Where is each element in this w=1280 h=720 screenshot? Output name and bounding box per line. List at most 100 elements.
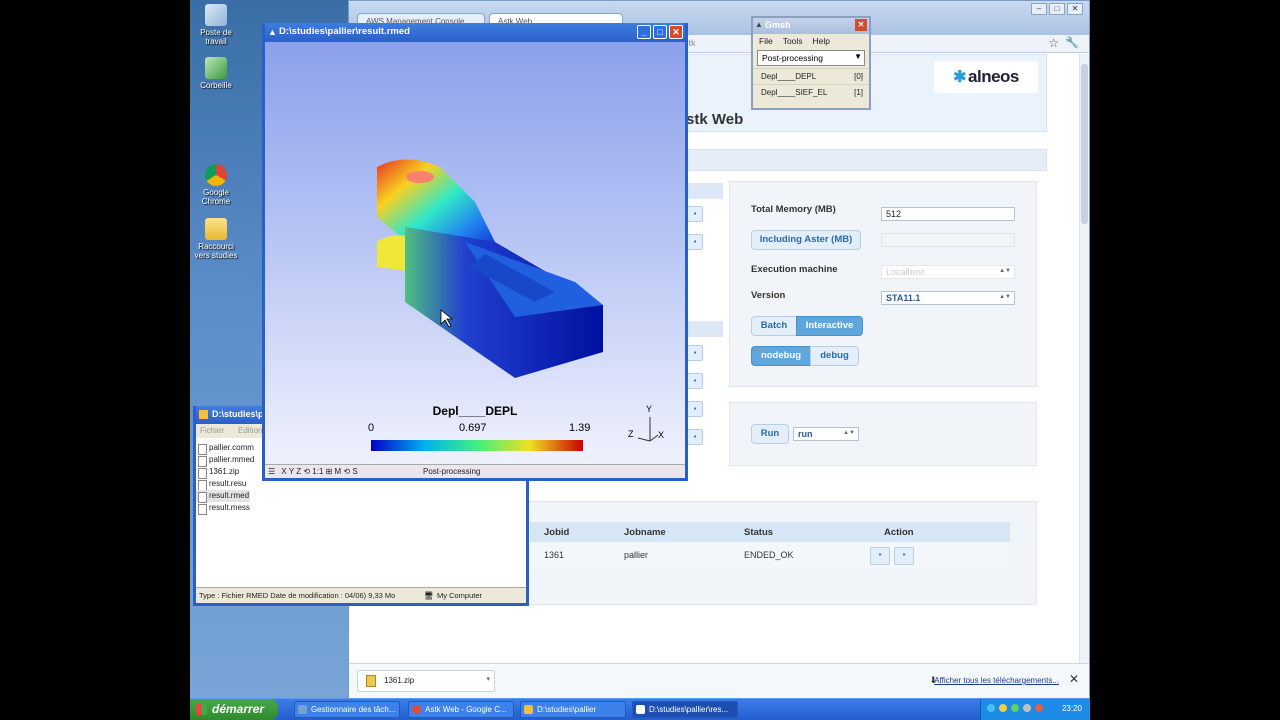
update-icon[interactable] (1035, 704, 1043, 712)
row-delete-button[interactable]: ▪ (687, 401, 703, 417)
computer-icon (205, 4, 227, 26)
left-panel-header (687, 183, 723, 199)
zip-file-icon (366, 675, 376, 687)
row-delete-button[interactable]: ▪ (687, 234, 703, 250)
nodebug-button[interactable]: nodebug (751, 346, 811, 366)
menu-help[interactable]: Help (813, 36, 830, 46)
menu-icon[interactable]: ☰ (268, 467, 275, 476)
page-scrollbar[interactable] (1079, 54, 1089, 663)
maximize-button[interactable]: □ (1049, 3, 1065, 15)
delete-job-button[interactable]: ▪ (870, 547, 890, 565)
task-manager-icon (298, 705, 307, 714)
version-select[interactable]: STA11.1 ▲▼ (881, 291, 1015, 305)
gmsh-menu-window: ▲ Gmsh ✕ File Tools Help Post-processing… (751, 16, 871, 110)
recycle-bin-icon (205, 57, 227, 79)
clock: 23:20 (1061, 704, 1082, 713)
view-toolbar[interactable]: X Y Z ⟲ 1:1 ⊞ M ⟲ S (281, 467, 357, 476)
start-button[interactable]: démarrer (190, 699, 278, 720)
antivirus-icon[interactable] (1011, 704, 1019, 712)
download-bar: 1361.zip ▾ ⬇ Afficher tous les télécharg… (349, 663, 1089, 699)
desktop-icon-studies-shortcut[interactable]: Raccourci vers studies (190, 218, 242, 260)
menu-edition[interactable]: Edition (238, 426, 262, 436)
menu-tools[interactable]: Tools (783, 36, 803, 46)
security-icon[interactable] (999, 704, 1007, 712)
table-row[interactable]: 1361 pallier ENDED_OK ▪ ▪ (530, 542, 1010, 568)
desktop-icon-recycle-bin[interactable]: Corbeille (190, 57, 242, 90)
axis-z-label: Z (628, 429, 634, 439)
desktop-icon-chrome[interactable]: Google Chrome (190, 164, 242, 206)
chrome-icon (205, 164, 227, 186)
total-memory-input[interactable]: 512 (881, 207, 1015, 221)
row-delete-button[interactable]: ▪ (687, 345, 703, 361)
task-chrome[interactable]: Astk Web - Google C... (408, 701, 514, 718)
part-hole (406, 171, 434, 183)
3d-viewport[interactable]: Depl____DEPL 0 0.697 1.39 Y Z X (265, 42, 685, 466)
show-all-downloads-link[interactable]: Afficher tous les téléchargements... (934, 676, 1059, 685)
desktop-icon-my-computer[interactable]: Poste de travail (190, 4, 242, 46)
gmsh-icon (636, 705, 645, 714)
scale-title: Depl____DEPL (432, 404, 518, 418)
gmsh-icon: ▲ (755, 20, 763, 29)
page-title: stk Web (686, 111, 744, 128)
gmsh-statusbar: ☰ X Y Z ⟲ 1:1 ⊞ M ⟲ S Post-processing (265, 464, 685, 478)
minimize-button[interactable]: – (1031, 3, 1047, 15)
chevron-down-icon: ▲▼ (999, 268, 1011, 274)
desktop: Poste de travail Corbeille Google Chrome… (190, 0, 1090, 720)
close-download-bar-icon[interactable]: ✕ (1069, 672, 1079, 686)
interactive-button[interactable]: Interactive (796, 316, 863, 336)
version-label: Version (751, 290, 786, 301)
maximize-button[interactable]: □ (653, 25, 667, 39)
scale-max-label: 1.39 (569, 422, 591, 434)
system-tray: 23:20 (980, 699, 1090, 720)
gmsh-icon: ▲ (268, 27, 277, 37)
menu-fichier[interactable]: Fichier (200, 426, 224, 436)
execution-machine-select: Localhost ▲▼ (881, 265, 1015, 279)
my-computer-icon: 🖥 (424, 591, 434, 600)
including-aster-button[interactable]: Including Aster (MB) (751, 230, 861, 250)
windows-flag-icon (196, 704, 207, 715)
folder-icon (524, 705, 533, 714)
taskbar: démarrer Gestionnaire des tâch... Astk W… (190, 698, 1090, 720)
menu-file[interactable]: File (759, 36, 773, 46)
close-button[interactable]: ✕ (855, 19, 867, 31)
download-item[interactable]: 1361.zip ▾ (357, 670, 495, 692)
module-select[interactable]: Post-processing ▼ (757, 50, 865, 66)
task-task-manager[interactable]: Gestionnaire des tâch... (294, 701, 400, 718)
explorer-statusbar: Type : Fichier RMED Date de modification… (196, 587, 526, 603)
scale-mid-label: 0.697 (459, 422, 487, 434)
total-memory-label: Total Memory (MB) (751, 204, 836, 215)
list-item[interactable]: result.rmed (196, 490, 250, 503)
volume-icon[interactable] (1023, 704, 1031, 712)
row-delete-button[interactable]: ▪ (687, 429, 703, 445)
batch-button[interactable]: Batch (751, 316, 797, 336)
debug-button[interactable]: debug (810, 346, 859, 366)
row-delete-button[interactable]: ▪ (687, 373, 703, 389)
scrollbar-thumb[interactable] (1081, 64, 1088, 224)
view-item[interactable]: Depl____DEPL [0] (753, 68, 869, 84)
close-button[interactable]: ✕ (1067, 3, 1083, 15)
bookmark-star-icon[interactable]: ☆ (1048, 36, 1059, 50)
network-icon[interactable] (987, 704, 995, 712)
wrench-icon[interactable]: 🔧 (1065, 36, 1079, 49)
row-delete-button[interactable]: ▪ (687, 206, 703, 222)
gmsh-menu-titlebar[interactable]: ▲ Gmsh ✕ (753, 18, 869, 34)
jobs-table-header: Jobid Jobname Status Action (530, 522, 1010, 542)
task-gmsh[interactable]: D:\studies\pallier\res... (632, 701, 738, 718)
task-explorer[interactable]: D:\studies\pallier (520, 701, 626, 718)
run-mode-select[interactable]: run ▲▼ (793, 427, 859, 441)
view-item[interactable]: Depl____SIEF_EL [1] (753, 84, 869, 100)
list-item[interactable]: result.mess (196, 502, 526, 515)
folder-icon (199, 410, 208, 419)
close-button[interactable]: ✕ (669, 25, 683, 39)
save-job-button[interactable]: ▪ (894, 547, 914, 565)
gmsh-graphics-window-controls: _ □ ✕ (637, 25, 683, 39)
folder-icon (205, 218, 227, 240)
jobs-table: Jobid Jobname Status Action 1361 pallier… (530, 522, 1010, 568)
minimize-button[interactable]: _ (637, 25, 651, 39)
part-render (371, 159, 659, 451)
run-button[interactable]: Run (751, 424, 789, 444)
gmsh-graphics-titlebar[interactable]: ▲ D:\studies\pallier\result.rmed _ □ ✕ (265, 23, 685, 42)
including-aster-input (881, 233, 1015, 247)
axis-x-label: X (658, 430, 665, 440)
chevron-down-icon[interactable]: ▾ (486, 675, 490, 683)
